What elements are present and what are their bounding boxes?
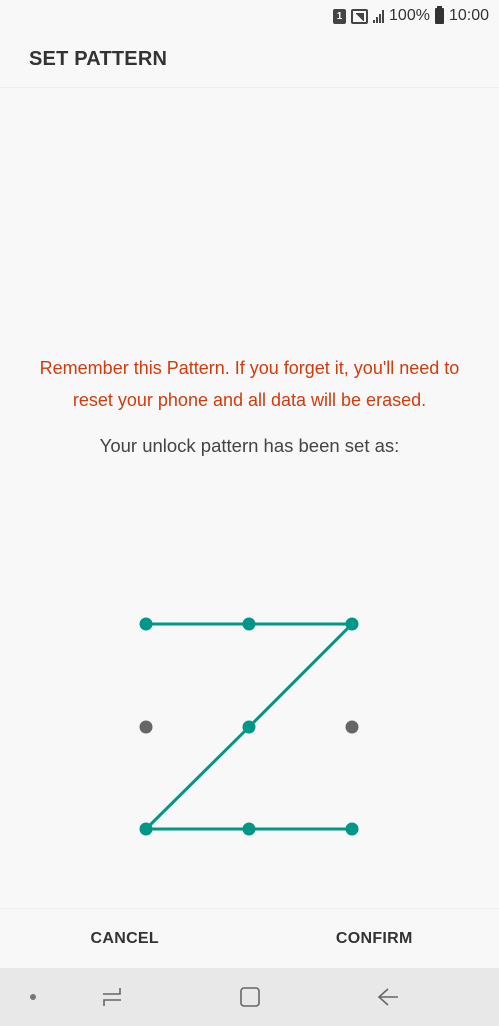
pattern-dot-5 bbox=[242, 720, 256, 734]
dot-icon bbox=[18, 968, 48, 1026]
pattern-dot-8 bbox=[242, 822, 256, 836]
home-icon[interactable] bbox=[230, 968, 270, 1026]
pattern-dot-4 bbox=[139, 720, 153, 734]
pattern-dot-6 bbox=[345, 720, 359, 734]
pattern-dot-1 bbox=[139, 617, 153, 631]
pattern-dot-3 bbox=[345, 617, 359, 631]
confirm-button[interactable]: CONFIRM bbox=[250, 909, 499, 968]
recents-icon[interactable] bbox=[92, 968, 132, 1026]
button-bar: CANCEL CONFIRM bbox=[0, 908, 499, 968]
navigation-bar bbox=[0, 968, 499, 1026]
pattern-dot-2 bbox=[242, 617, 256, 631]
pattern-dot-9 bbox=[345, 822, 359, 836]
cancel-button[interactable]: CANCEL bbox=[0, 909, 250, 968]
pattern-grid bbox=[139, 617, 359, 836]
pattern-dot-7 bbox=[139, 822, 153, 836]
back-icon[interactable] bbox=[368, 968, 408, 1026]
